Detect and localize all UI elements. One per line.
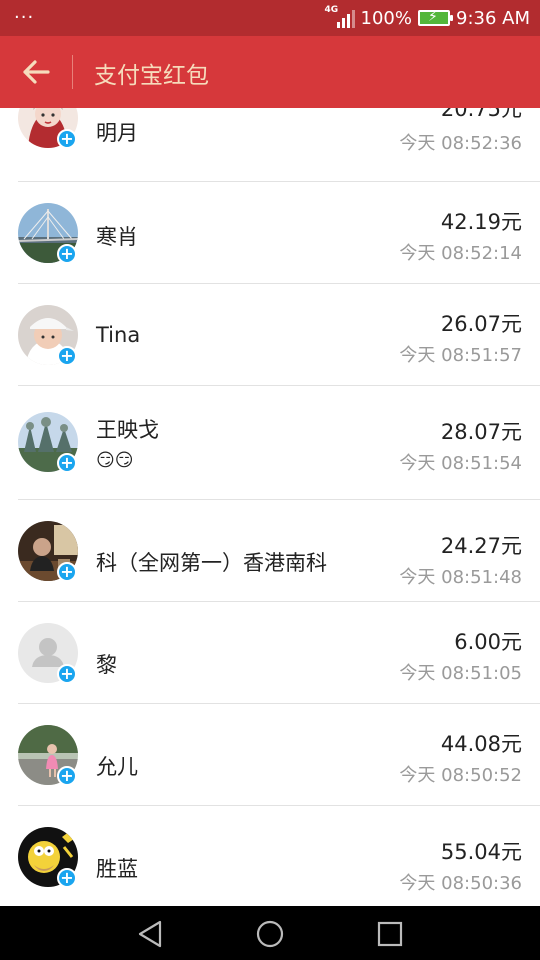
status-indicators: 4G 100% ⚡ 9:36 AM <box>325 0 530 36</box>
red-packet-list: + 明月 20.75元 今天 08:52:36 + 寒肖 42.19元 今天 0… <box>0 108 540 906</box>
list-item[interactable]: + 科（全网第一）香港南科 24.27元 今天 08:51:48 <box>0 500 540 602</box>
arrow-left-icon <box>23 60 50 84</box>
plus-icon: + <box>57 244 77 264</box>
status-bar: ··· 4G 100% ⚡ 9:36 AM <box>0 0 540 36</box>
battery-icon: ⚡ <box>418 9 453 26</box>
amount: 6.00元 <box>454 630 522 654</box>
sender-name: 黎 <box>96 653 117 677</box>
amount: 55.04元 <box>440 840 522 864</box>
sender-name: 寒肖 <box>96 225 138 249</box>
amount: 24.27元 <box>440 534 522 558</box>
amount: 28.07元 <box>440 420 522 444</box>
timestamp: 今天 08:52:14 <box>399 243 522 264</box>
plus-icon: + <box>57 868 77 888</box>
amount: 42.19元 <box>440 210 522 234</box>
plus-icon: + <box>57 766 77 786</box>
plus-icon: + <box>57 562 77 582</box>
timestamp: 今天 08:51:48 <box>399 567 522 588</box>
sender-name: 科（全网第一）香港南科 <box>96 551 327 575</box>
timestamp: 今天 08:50:52 <box>399 765 522 786</box>
status-time: 9:36 AM <box>456 7 530 29</box>
sender-name: 明月 <box>96 121 138 145</box>
list-item[interactable]: + 胜蓝 55.04元 今天 08:50:36 <box>0 806 540 906</box>
timestamp: 今天 08:51:05 <box>399 663 522 684</box>
plus-icon: + <box>57 346 77 366</box>
list-item[interactable]: + 王映戈 😏😏 28.07元 今天 08:51:54 <box>0 386 540 500</box>
sender-name: 胜蓝 <box>96 857 138 881</box>
amount: 44.08元 <box>440 732 522 756</box>
sender-name: Tina <box>96 323 141 347</box>
back-triangle-icon[interactable] <box>134 917 168 951</box>
list-item[interactable]: + Tina 26.07元 今天 08:51:57 <box>0 284 540 386</box>
plus-icon: + <box>57 129 77 149</box>
header-divider <box>72 55 73 89</box>
home-circle-icon[interactable] <box>253 917 287 951</box>
signal-icon: 4G <box>325 5 355 29</box>
plus-icon: + <box>57 664 77 684</box>
list-item[interactable]: + 寒肖 42.19元 今天 08:52:14 <box>0 182 540 284</box>
sender-name: 允儿 <box>96 755 138 779</box>
page-title: 支付宝红包 <box>94 63 209 89</box>
list-item[interactable]: + 允儿 44.08元 今天 08:50:52 <box>0 704 540 806</box>
timestamp: 今天 08:51:57 <box>399 345 522 366</box>
amount: 26.07元 <box>440 312 522 336</box>
amount: 20.75元 <box>440 108 522 121</box>
timestamp: 今天 08:52:36 <box>399 133 522 154</box>
back-button[interactable] <box>16 54 56 90</box>
battery-percent: 100% <box>360 7 412 29</box>
list-item[interactable]: + 黎 6.00元 今天 08:51:05 <box>0 602 540 704</box>
list-item[interactable]: + 明月 20.75元 今天 08:52:36 <box>0 108 540 182</box>
recents-square-icon[interactable] <box>373 917 407 951</box>
timestamp: 今天 08:51:54 <box>399 453 522 474</box>
system-nav-bar <box>0 906 540 960</box>
sender-name: 王映戈 <box>96 418 159 442</box>
app-bar: 支付宝红包 <box>0 36 540 108</box>
message-text: 😏😏 <box>96 450 134 471</box>
plus-icon: + <box>57 453 77 473</box>
timestamp: 今天 08:50:36 <box>399 873 522 894</box>
status-overflow: ··· <box>14 7 35 28</box>
